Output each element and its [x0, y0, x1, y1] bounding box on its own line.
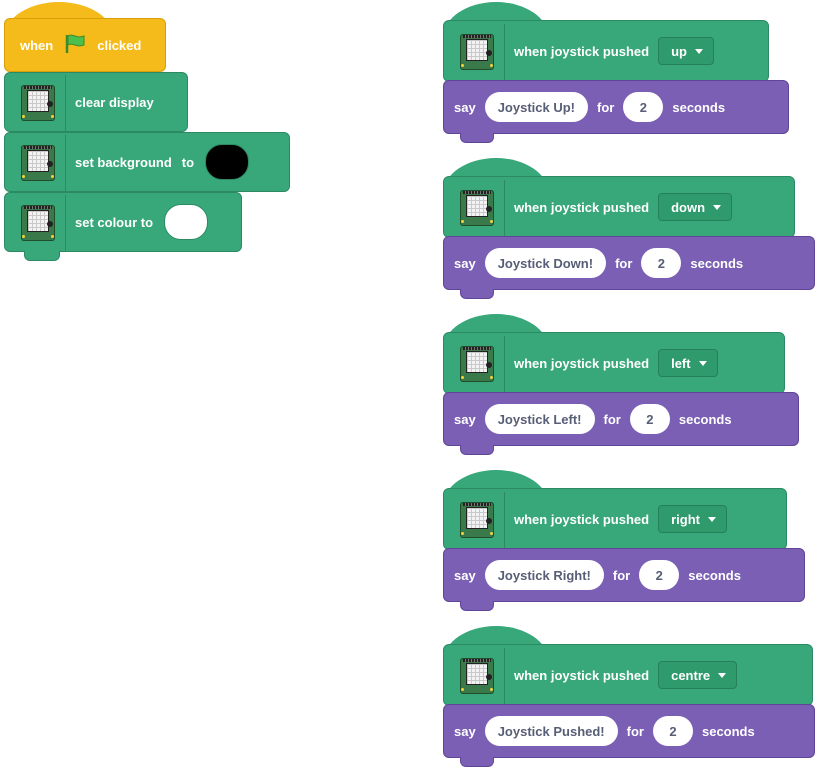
to-label: to: [181, 154, 195, 170]
seconds-input[interactable]: 2: [639, 560, 680, 590]
when-joystick-pushed-block[interactable]: when joystick pushed up: [443, 20, 769, 82]
when-joystick-pushed-label: when joystick pushed: [514, 667, 650, 683]
when-joystick-pushed-block[interactable]: when joystick pushed centre: [443, 644, 813, 706]
for-label: for: [615, 255, 633, 271]
sense-hat-icon: [460, 502, 494, 538]
clicked-label: clicked: [97, 37, 142, 53]
when-joystick-pushed-label: when joystick pushed: [514, 199, 650, 215]
block-tab: [460, 289, 494, 299]
seconds-input[interactable]: 2: [652, 716, 693, 746]
block-tab: [460, 133, 494, 143]
say-for-seconds-block[interactable]: say Joystick Up! for 2 seconds: [443, 80, 789, 134]
seconds-label: seconds: [678, 411, 732, 427]
caret-down-icon: [694, 48, 703, 54]
caret-down-icon: [713, 204, 722, 210]
message-input[interactable]: Joystick Pushed!: [484, 716, 618, 746]
green-flag-icon: [64, 34, 86, 57]
seconds-label: seconds: [690, 255, 744, 271]
when-joystick-pushed-label: when joystick pushed: [514, 43, 650, 59]
direction-value: centre: [671, 667, 711, 683]
for-label: for: [603, 411, 621, 427]
set-colour-label: set colour to: [75, 214, 154, 230]
sense-hat-extension: [450, 492, 505, 548]
seconds-input[interactable]: 2: [629, 404, 670, 434]
colour-picker[interactable]: [164, 204, 209, 240]
when-joystick-pushed-block[interactable]: when joystick pushed left: [443, 332, 785, 394]
direction-value: down: [671, 199, 706, 215]
sense-hat-extension: [11, 195, 66, 251]
say-for-seconds-block[interactable]: say Joystick Right! for 2 seconds: [443, 548, 805, 602]
say-label: say: [454, 567, 476, 583]
direction-dropdown[interactable]: down: [658, 193, 733, 221]
direction-value: left: [671, 355, 691, 371]
for-label: for: [612, 567, 631, 583]
set-background-block[interactable]: set background to: [4, 132, 290, 192]
set-background-label: set background: [75, 154, 172, 170]
say-label: say: [454, 255, 476, 271]
seconds-label: seconds: [701, 723, 755, 739]
sense-hat-icon: [460, 190, 494, 226]
caret-down-icon: [698, 360, 707, 366]
sense-hat-icon: [21, 85, 55, 121]
message-input[interactable]: Joystick Up!: [484, 92, 589, 122]
caret-down-icon: [707, 516, 716, 522]
sense-hat-extension: [11, 135, 66, 191]
when-joystick-pushed-label: when joystick pushed: [514, 511, 650, 527]
seconds-input[interactable]: 2: [623, 92, 664, 122]
when-joystick-pushed-block[interactable]: when joystick pushed right: [443, 488, 787, 550]
sense-hat-icon: [460, 34, 494, 70]
message-input[interactable]: Joystick Down!: [484, 248, 607, 278]
direction-dropdown[interactable]: left: [658, 349, 718, 377]
block-tab: [24, 251, 60, 261]
say-label: say: [454, 723, 476, 739]
message-input[interactable]: Joystick Left!: [484, 404, 595, 434]
clear-display-label: clear display: [75, 94, 154, 110]
for-label: for: [626, 723, 644, 739]
say-for-seconds-block[interactable]: say Joystick Pushed! for 2 seconds: [443, 704, 815, 758]
seconds-label: seconds: [672, 99, 726, 115]
sense-hat-extension: [450, 180, 505, 236]
say-label: say: [454, 99, 476, 115]
for-label: for: [597, 99, 615, 115]
sense-hat-icon: [21, 145, 55, 181]
block-tab: [460, 757, 494, 767]
caret-down-icon: [718, 672, 727, 678]
sense-hat-extension: [450, 648, 505, 704]
say-for-seconds-block[interactable]: say Joystick Left! for 2 seconds: [443, 392, 799, 446]
seconds-input[interactable]: 2: [641, 248, 682, 278]
direction-dropdown[interactable]: up: [658, 37, 714, 65]
clear-display-block[interactable]: clear display: [4, 72, 188, 132]
direction-value: up: [671, 43, 687, 59]
when-joystick-pushed-block[interactable]: when joystick pushed down: [443, 176, 795, 238]
background-color-picker[interactable]: [205, 144, 250, 180]
message-input[interactable]: Joystick Right!: [484, 560, 604, 590]
say-for-seconds-block[interactable]: say Joystick Down! for 2 seconds: [443, 236, 815, 290]
sense-hat-extension: [11, 75, 66, 131]
say-label: say: [454, 411, 476, 427]
sense-hat-extension: [450, 24, 505, 80]
direction-dropdown[interactable]: centre: [658, 661, 738, 689]
when-flag-clicked-block[interactable]: when clicked: [4, 18, 166, 72]
when-joystick-pushed-label: when joystick pushed: [514, 355, 650, 371]
sense-hat-icon: [460, 658, 494, 694]
direction-value: right: [671, 511, 700, 527]
set-colour-block[interactable]: set colour to: [4, 192, 242, 252]
when-label: when: [20, 37, 54, 53]
sense-hat-icon: [21, 205, 55, 241]
direction-dropdown[interactable]: right: [658, 505, 727, 533]
block-tab: [460, 445, 494, 455]
seconds-label: seconds: [688, 567, 741, 583]
block-tab: [460, 601, 494, 611]
sense-hat-extension: [450, 336, 505, 392]
sense-hat-icon: [460, 346, 494, 382]
